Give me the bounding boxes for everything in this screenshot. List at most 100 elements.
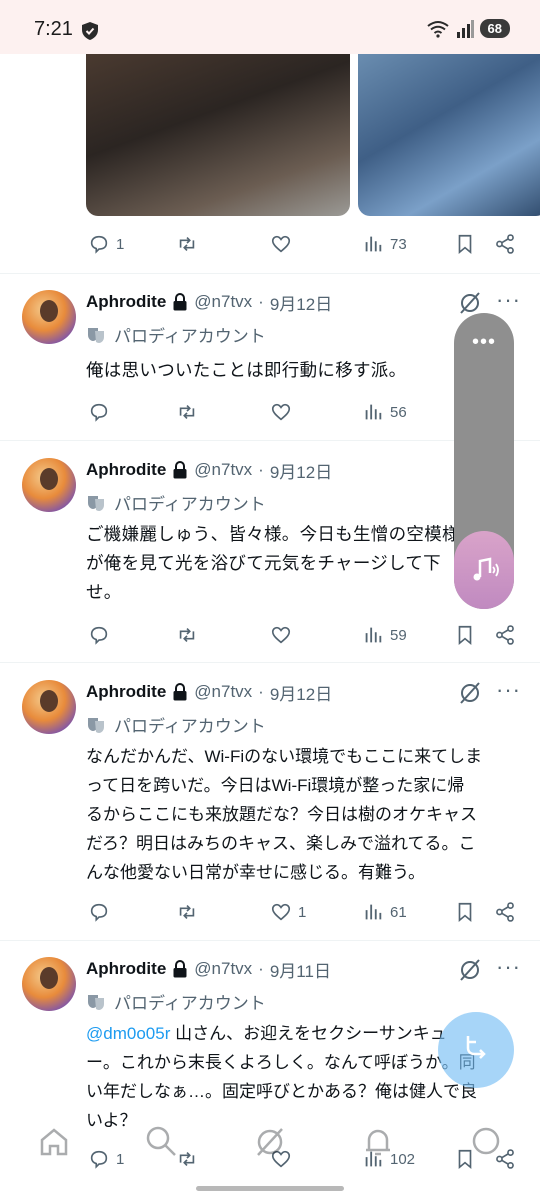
wifi-icon [426, 20, 449, 38]
gesture-home-bar[interactable] [196, 1186, 344, 1191]
tweet-header: Aphrodite @n7tvx · 9月11日 [86, 957, 331, 981]
battery-indicator: 68 [479, 19, 510, 38]
parody-label: パロディアカウント [86, 490, 266, 515]
lock-icon [173, 293, 187, 311]
repost-icon [179, 404, 195, 420]
action-row: 1 61 [86, 897, 526, 927]
reply-icon [90, 903, 108, 922]
more-options-icon[interactable]: ··· [496, 289, 521, 311]
tweet-date[interactable]: 9月12日 [270, 458, 332, 483]
heart-icon [271, 626, 291, 644]
bookmark-button[interactable] [454, 901, 476, 923]
tweet[interactable]: Aphrodite @n7tvx · 9月12日 ··· パロディアカウント な… [0, 679, 540, 940]
music-note-icon [473, 557, 499, 581]
views-button[interactable]: 56 [362, 401, 407, 423]
media-image[interactable] [86, 54, 350, 216]
bookmark-button[interactable] [454, 624, 476, 646]
messages-icon[interactable] [470, 1126, 502, 1158]
like-count: 1 [298, 903, 307, 921]
bottom-navigation [0, 1120, 540, 1170]
repost-button[interactable] [176, 901, 198, 923]
share-button[interactable] [494, 624, 516, 646]
home-icon[interactable] [38, 1126, 70, 1158]
divider [0, 273, 540, 274]
heart-icon [271, 235, 291, 253]
media-image[interactable] [358, 54, 540, 216]
reply-button[interactable] [88, 401, 110, 423]
repost-button[interactable] [176, 401, 198, 423]
views-button[interactable]: 61 [362, 901, 407, 923]
like-button[interactable] [270, 624, 292, 646]
views-icon [365, 236, 382, 252]
share-icon [496, 625, 514, 645]
notifications-icon[interactable] [362, 1126, 394, 1158]
share-button[interactable] [494, 233, 516, 255]
tweet-text: ご機嫌麗しゅう、皆々様。今日も生憎の空模様 が俺を見て光を浴びて元気をチャージし… [86, 524, 460, 602]
mask-icon [88, 327, 104, 343]
share-button[interactable] [494, 901, 516, 923]
search-icon[interactable] [144, 1124, 178, 1158]
reply-icon [90, 403, 108, 422]
reply-button[interactable]: 1 [88, 233, 124, 255]
tweet-date[interactable]: 9月11日 [270, 957, 331, 982]
parody-label: パロディアカウント [86, 712, 266, 737]
tweet-header: Aphrodite @n7tvx · 9月12日 [86, 458, 332, 482]
display-name[interactable]: Aphrodite [86, 682, 166, 702]
parody-label: パロディアカウント [86, 322, 266, 347]
grok-icon[interactable] [458, 959, 482, 981]
bookmark-icon [458, 902, 472, 923]
view-count: 56 [390, 403, 407, 421]
avatar[interactable] [22, 680, 76, 734]
parody-label-text: パロディアカウント [114, 327, 266, 346]
like-button[interactable]: 1 [270, 901, 306, 923]
repost-icon [179, 627, 195, 643]
action-row: 59 [86, 620, 526, 650]
like-button[interactable] [270, 233, 292, 255]
mask-icon [88, 717, 104, 733]
display-name[interactable]: Aphrodite [86, 959, 166, 979]
display-name[interactable]: Aphrodite [86, 292, 166, 312]
share-icon [496, 234, 514, 254]
views-button[interactable]: 73 [362, 233, 407, 255]
parody-label-text: パロディアカウント [114, 495, 266, 514]
bookmark-icon [458, 234, 472, 255]
bookmark-button[interactable] [454, 233, 476, 255]
more-options-icon[interactable]: ··· [496, 956, 521, 978]
like-button[interactable] [270, 401, 292, 423]
compose-button[interactable] [438, 1012, 514, 1088]
display-name[interactable]: Aphrodite [86, 460, 166, 480]
reply-button[interactable] [88, 901, 110, 923]
mask-icon [88, 495, 104, 511]
parody-label-text: パロディアカウント [114, 994, 266, 1013]
reply-icon [90, 626, 108, 645]
tweet-date[interactable]: 9月12日 [270, 680, 332, 705]
views-icon [365, 404, 382, 420]
media-gallery[interactable] [86, 54, 540, 216]
mention-link[interactable]: @dm0o05r [86, 1024, 170, 1043]
handle: @n7tvx [194, 292, 253, 311]
more-options-icon[interactable]: ··· [496, 679, 521, 701]
floating-music-widget[interactable]: ••• [454, 313, 514, 609]
mask-icon [88, 994, 104, 1010]
action-row: 1 73 [86, 229, 526, 259]
grok-icon[interactable] [254, 1126, 286, 1158]
grok-icon[interactable] [458, 682, 482, 704]
grok-icon[interactable] [458, 292, 482, 314]
handle: @n7tvx [194, 959, 253, 978]
repost-button[interactable] [176, 233, 198, 255]
tweet-date[interactable]: 9月12日 [270, 290, 332, 315]
handle: @n7tvx [194, 460, 253, 479]
repost-button[interactable] [176, 624, 198, 646]
views-button[interactable]: 59 [362, 624, 407, 646]
avatar[interactable] [22, 957, 76, 1011]
view-count: 61 [390, 903, 407, 921]
more-options-icon[interactable]: ••• [454, 331, 514, 354]
music-button[interactable] [454, 531, 514, 609]
avatar[interactable] [22, 458, 76, 512]
avatar[interactable] [22, 290, 76, 344]
reply-button[interactable] [88, 624, 110, 646]
repost-icon [179, 904, 195, 920]
bookmark-icon [458, 625, 472, 646]
view-count: 59 [390, 626, 407, 644]
divider [0, 940, 540, 941]
